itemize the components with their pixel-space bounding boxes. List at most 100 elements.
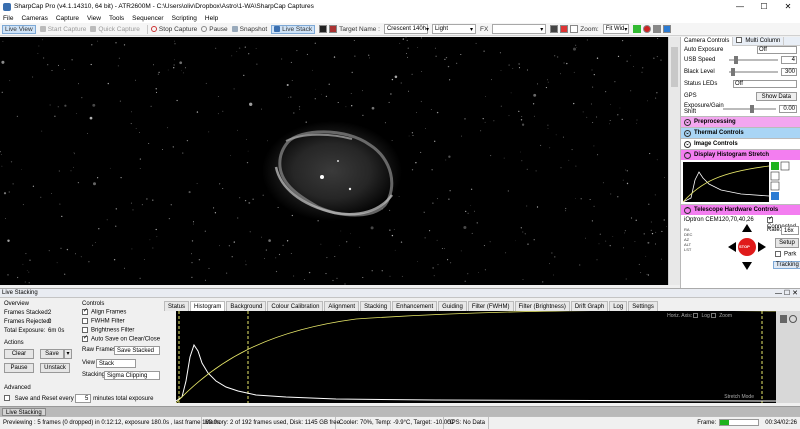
- tab-histogram[interactable]: Histogram: [190, 301, 226, 311]
- usb-speed-slider[interactable]: [729, 56, 778, 64]
- tracking-button[interactable]: Tracking: [773, 261, 800, 269]
- black-level-input[interactable]: 300: [781, 68, 797, 76]
- unstack-button[interactable]: Unstack: [40, 363, 70, 373]
- brightness-filter-toggle[interactable]: Brightness Filter: [82, 327, 134, 334]
- save-button[interactable]: Save: [40, 349, 64, 359]
- display-histogram[interactable]: [681, 160, 800, 204]
- tab-colour-calibration[interactable]: Colour Calibration: [267, 301, 324, 311]
- grid-icon[interactable]: [570, 25, 579, 33]
- target-name-dropdown[interactable]: Crescent 140h ▾: [383, 24, 429, 34]
- image-viewer[interactable]: [0, 37, 668, 285]
- tab-enhancement[interactable]: Enhancement: [392, 301, 438, 311]
- pause-stack-button[interactable]: Pause: [4, 363, 34, 373]
- tab-status[interactable]: Status: [164, 301, 190, 311]
- display-icon[interactable]: [319, 25, 328, 33]
- show-data-button[interactable]: Show Data: [755, 91, 797, 101]
- rate-dropdown[interactable]: 16x: [781, 226, 799, 235]
- menu-sequencer[interactable]: Sequencer: [132, 15, 163, 22]
- live-stacking-dock-tab[interactable]: Live Stacking: [2, 408, 46, 416]
- tab-stacking[interactable]: Stacking: [360, 301, 392, 311]
- park-toggle[interactable]: Park: [775, 251, 796, 258]
- focus-icon[interactable]: [642, 25, 651, 33]
- menu-capture[interactable]: Capture: [56, 15, 79, 22]
- live-stack-button[interactable]: Live Stack: [271, 24, 316, 34]
- slider-knob[interactable]: [749, 105, 754, 113]
- tab-background[interactable]: Background: [226, 301, 267, 311]
- zoom-dropdown[interactable]: Fit Wid ▾: [602, 24, 629, 34]
- slider-knob[interactable]: [730, 68, 735, 76]
- panel-close-icon[interactable]: — ☐ ✕: [775, 289, 798, 298]
- fx-dropdown[interactable]: ▾: [492, 24, 547, 34]
- section-display-histogram[interactable]: ⌃ Display Histogram Stretch: [681, 149, 800, 160]
- settings-icon[interactable]: [652, 25, 661, 33]
- auto-save-checkbox[interactable]: [82, 334, 88, 342]
- annotate-icon[interactable]: [662, 25, 671, 33]
- menu-scripting[interactable]: Scripting: [172, 15, 197, 22]
- minimize-button[interactable]: —: [728, 0, 752, 13]
- save-reset-minutes-input[interactable]: 5: [75, 394, 92, 403]
- log-checkbox[interactable]: [693, 313, 699, 319]
- align-frames-toggle[interactable]: Align Frames: [82, 307, 126, 316]
- start-capture-button[interactable]: Start Capture: [39, 26, 86, 33]
- brightness-filter-checkbox[interactable]: [82, 327, 88, 333]
- zoom-checkbox[interactable]: [711, 313, 717, 319]
- tab-drift-graph[interactable]: Drift Graph: [570, 301, 609, 311]
- frame-type-dropdown[interactable]: Light ▾: [431, 24, 476, 34]
- star: [281, 58, 283, 60]
- histogram-icon[interactable]: [632, 25, 641, 33]
- view-dropdown[interactable]: Stack: [96, 359, 136, 368]
- tab-filter-fwhm[interactable]: Filter (FWHM): [467, 301, 514, 311]
- setup-button[interactable]: Setup: [775, 238, 799, 248]
- star: [421, 71, 423, 72]
- tab-alignment[interactable]: Alignment: [324, 301, 360, 311]
- tab-camera-controls[interactable]: Camera Controls: [681, 37, 734, 46]
- usb-speed-input[interactable]: 4: [781, 56, 797, 64]
- menu-cameras[interactable]: Cameras: [21, 15, 47, 22]
- fwhm-filter-checkbox[interactable]: [82, 318, 88, 324]
- section-telescope[interactable]: ⌃ Telescope Hardware Controls: [681, 204, 800, 215]
- raw-frames-dropdown[interactable]: Save Stacked: [114, 346, 160, 355]
- tab-log[interactable]: Log: [609, 301, 628, 311]
- menu-view[interactable]: View: [87, 15, 101, 22]
- section-thermal[interactable]: ⌄ Thermal Controls: [681, 127, 800, 138]
- align-frames-checkbox[interactable]: [82, 307, 88, 315]
- snapshot-button[interactable]: Snapshot: [231, 26, 267, 33]
- tab-guiding[interactable]: Guiding: [438, 301, 467, 311]
- auto-exposure-dropdown[interactable]: Off: [757, 46, 797, 54]
- scrollbar-thumb[interactable]: [671, 47, 678, 87]
- auto-save-toggle[interactable]: Auto Save on Clear/Close: [82, 334, 160, 343]
- quick-capture-button[interactable]: Quick Capture: [90, 26, 140, 33]
- menu-tools[interactable]: Tools: [109, 15, 124, 22]
- close-button[interactable]: ✕: [776, 0, 800, 13]
- pause-button[interactable]: Pause: [201, 26, 228, 33]
- clear-button[interactable]: Clear: [4, 349, 34, 359]
- exposure-gain-input[interactable]: 0.00: [779, 105, 797, 113]
- black-level-slider[interactable]: [729, 68, 778, 76]
- reset-icon[interactable]: [780, 315, 787, 323]
- slider-knob[interactable]: [733, 56, 738, 64]
- save-reset-checkbox[interactable]: [4, 395, 10, 402]
- status-leds-dropdown[interactable]: Off: [733, 80, 797, 88]
- section-preprocessing[interactable]: ⌄ Preprocessing: [681, 116, 800, 127]
- park-checkbox[interactable]: [775, 251, 781, 257]
- menu-help[interactable]: Help: [205, 15, 218, 22]
- reticle-icon[interactable]: [560, 25, 569, 33]
- colour-icon[interactable]: [550, 25, 559, 33]
- maximize-button[interactable]: ☐: [752, 0, 776, 13]
- multi-column-checkbox[interactable]: [736, 37, 743, 43]
- fwhm-filter-toggle[interactable]: FWHM Filter: [82, 318, 125, 325]
- section-image-controls[interactable]: ⌄ Image Controls: [681, 138, 800, 149]
- refresh-icon[interactable]: [789, 315, 797, 323]
- tab-settings[interactable]: Settings: [628, 301, 658, 311]
- stacking-dropdown[interactable]: Sigma Clipping: [104, 371, 160, 380]
- tab-filter-brightness[interactable]: Filter (Brightness): [514, 301, 570, 311]
- tab-multi-column[interactable]: Multi Column: [733, 37, 785, 46]
- exposure-gain-slider[interactable]: [723, 105, 776, 113]
- save-options-button[interactable]: ▾: [64, 349, 72, 359]
- stop-capture-button[interactable]: Stop Capture: [150, 26, 197, 33]
- stack-histogram[interactable]: Horiz. Axis: Log Zoom Stretch Mode: [176, 311, 776, 403]
- menu-file[interactable]: File: [3, 15, 13, 22]
- live-view-button[interactable]: Live View: [2, 24, 36, 34]
- viewer-scrollbar[interactable]: [668, 37, 680, 285]
- record-settings-icon[interactable]: [329, 25, 338, 33]
